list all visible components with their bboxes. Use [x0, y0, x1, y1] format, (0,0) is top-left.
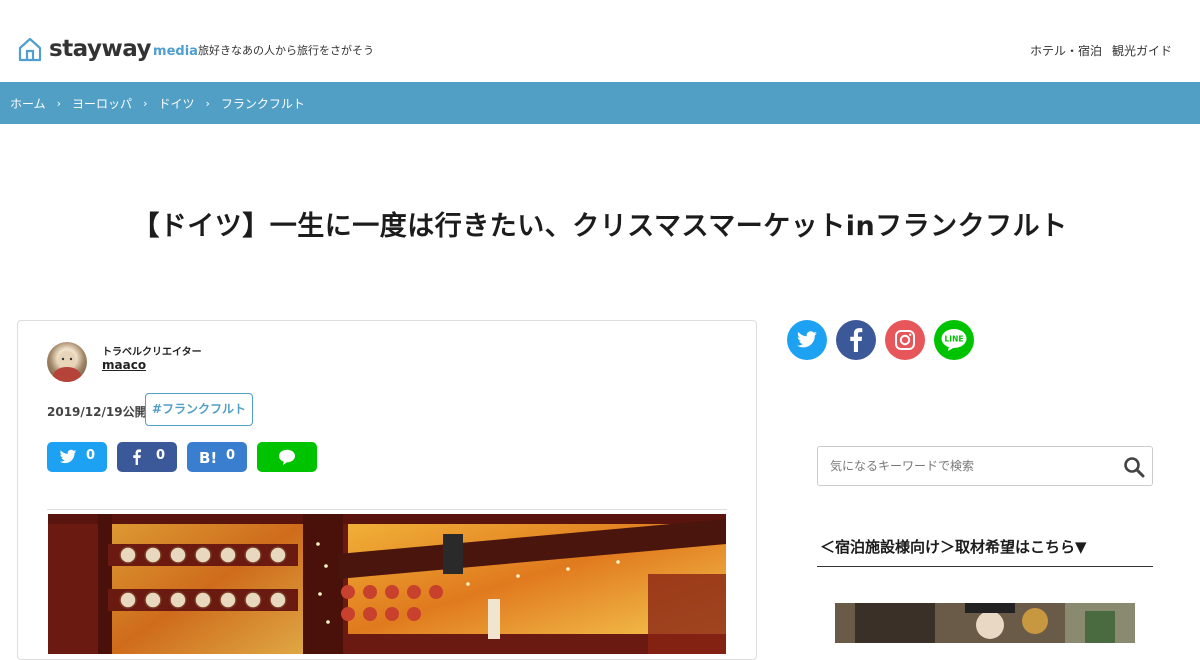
sidebar-line-link[interactable]: LINE	[934, 320, 974, 360]
facebook-icon	[850, 328, 863, 352]
twitter-share-button[interactable]: 0	[47, 442, 107, 472]
sidebar-banner-image[interactable]	[835, 603, 1135, 643]
hatena-bookmark-icon: B!	[199, 449, 217, 465]
christmas-market-photo	[48, 514, 726, 654]
tagline: 旅好きなあの人から旅行をさがそう	[198, 44, 374, 57]
facebook-share-button[interactable]: 0	[117, 442, 177, 472]
article-hero-image	[48, 514, 726, 654]
sidebar-heading-underline	[817, 566, 1153, 567]
nav-guide[interactable]: 観光ガイド	[1112, 42, 1172, 59]
facebook-count: 0	[155, 448, 165, 463]
header-nav: ホテル・宿泊 観光ガイド	[1030, 42, 1172, 59]
author-role: トラベルクリエイター	[102, 347, 202, 358]
chevron-right-icon: ›	[143, 96, 148, 110]
breadcrumb-item-frankfurt[interactable]: フランクフルト	[221, 95, 305, 112]
logo-text: stayway	[49, 36, 152, 62]
divider	[47, 509, 727, 510]
svg-text:B!: B!	[199, 449, 217, 465]
author-name-link[interactable]: maaco	[102, 358, 146, 372]
sidebar-heading[interactable]: ＜宿泊施設様向け＞取材希望はこちら▼	[820, 536, 1087, 557]
interview-photo	[835, 603, 1135, 643]
line-icon	[279, 449, 295, 465]
line-share-button[interactable]	[257, 442, 317, 472]
tag-frankfurt[interactable]: #フランクフルト	[145, 393, 254, 426]
article-card: トラベルクリエイター maaco 2019/12/19公開 #フランクフルト 0…	[17, 320, 757, 660]
line-icon: LINE	[941, 329, 967, 351]
breadcrumb: ホーム › ヨーロッパ › ドイツ › フランクフルト	[0, 82, 1200, 124]
nav-hotel[interactable]: ホテル・宿泊	[1030, 42, 1102, 59]
hatena-count: 0	[225, 448, 235, 463]
breadcrumb-item-europe[interactable]: ヨーロッパ	[72, 95, 132, 112]
search-icon[interactable]	[1123, 456, 1145, 478]
page-title: 【ドイツ】一生に一度は行きたい、クリスマスマーケットinフランクフルト	[132, 211, 1068, 242]
twitter-count: 0	[85, 448, 95, 463]
site-logo[interactable]: stayway media	[18, 36, 198, 62]
breadcrumb-item-home[interactable]: ホーム	[10, 95, 46, 112]
logo-sub: media	[153, 44, 198, 59]
avatar-image	[53, 351, 81, 382]
publish-date: 2019/12/19公開	[47, 405, 147, 419]
svg-text:LINE: LINE	[945, 335, 964, 344]
facebook-icon	[133, 449, 141, 465]
hatena-bookmark-button[interactable]: B! 0	[187, 442, 247, 472]
instagram-icon	[895, 330, 915, 350]
breadcrumb-item-germany[interactable]: ドイツ	[158, 95, 194, 112]
sidebar-instagram-link[interactable]	[885, 320, 925, 360]
search-box	[817, 446, 1153, 486]
search-input[interactable]	[819, 448, 1119, 484]
avatar[interactable]	[47, 342, 87, 382]
chevron-right-icon: ›	[205, 96, 210, 110]
twitter-icon	[797, 331, 817, 348]
house-icon	[18, 37, 42, 62]
twitter-icon	[59, 449, 77, 464]
sidebar-facebook-link[interactable]	[836, 320, 876, 360]
sidebar-twitter-link[interactable]	[787, 320, 827, 360]
site-header: stayway media 旅好きなあの人から旅行をさがそう ホテル・宿泊 観光…	[0, 0, 1200, 82]
chevron-right-icon: ›	[56, 96, 62, 110]
